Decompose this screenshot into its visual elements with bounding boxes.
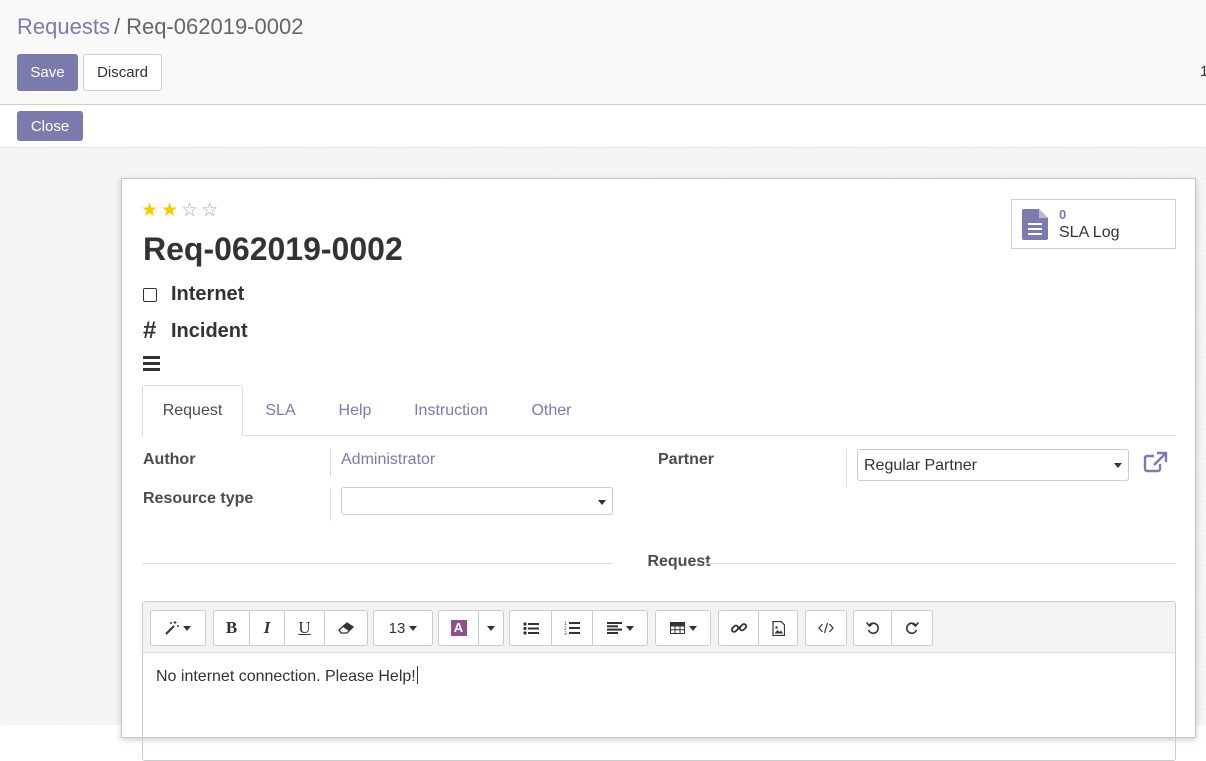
star-icon[interactable]: ★ bbox=[141, 201, 158, 220]
chevron-down-icon bbox=[1114, 463, 1122, 468]
breadcrumb-current: Req-062019-0002 bbox=[126, 14, 304, 39]
sla-log-button[interactable]: 0 SLA Log bbox=[1011, 199, 1176, 249]
control-panel: Requests / Req-062019-0002 Save Discard 1 bbox=[0, 0, 1206, 105]
tab-request[interactable]: Request bbox=[142, 385, 243, 437]
html-editor: B I U 13 A 1 2 3 No internet connection.… bbox=[142, 601, 1176, 761]
request-category-label: Internet bbox=[171, 283, 245, 305]
hash-icon: # bbox=[143, 317, 157, 344]
field-divider bbox=[846, 449, 847, 487]
font-size-dropdown[interactable]: 13 bbox=[374, 611, 432, 645]
form-sheet: ★ ★ ☆ ☆ 0 SLA Log Req-062019-0002 Intern… bbox=[121, 178, 1196, 761]
image-icon[interactable] bbox=[759, 611, 797, 645]
field-divider bbox=[330, 487, 331, 521]
pager-value[interactable]: 1 bbox=[1200, 63, 1206, 80]
eraser-icon[interactable] bbox=[325, 611, 367, 645]
font-color-icon[interactable]: A bbox=[439, 611, 479, 645]
redo-icon[interactable] bbox=[892, 611, 932, 645]
italic-icon[interactable]: I bbox=[250, 611, 285, 645]
undo-icon[interactable] bbox=[854, 611, 892, 645]
font-size-group: 13 bbox=[373, 610, 433, 646]
paragraph-group: 123 bbox=[509, 610, 648, 646]
partner-label: Partner bbox=[658, 451, 715, 468]
color-group: A bbox=[438, 610, 504, 646]
magic-wand-icon[interactable] bbox=[151, 611, 205, 645]
ordered-list-icon[interactable]: 123 bbox=[552, 611, 593, 645]
partner-select-value: Regular Partner bbox=[864, 457, 977, 474]
unordered-list-icon[interactable] bbox=[510, 611, 552, 645]
sla-log-count: 0 bbox=[1059, 207, 1067, 222]
breadcrumb-requests-link[interactable]: Requests bbox=[17, 14, 110, 39]
breadcrumb: Requests / Req-062019-0002 bbox=[17, 14, 303, 40]
breadcrumb-separator: / bbox=[113, 14, 121, 39]
svg-text:3: 3 bbox=[564, 631, 567, 635]
star-outline-icon[interactable]: ☆ bbox=[201, 201, 218, 220]
checkbox-icon bbox=[143, 287, 171, 302]
close-button[interactable]: Close bbox=[17, 111, 83, 141]
resource-type-label: Resource type bbox=[143, 490, 254, 507]
form-statusbar: Close bbox=[0, 105, 1206, 148]
resource-type-select[interactable] bbox=[341, 487, 613, 515]
codeview-group bbox=[805, 610, 847, 646]
request-section-separator: Request bbox=[142, 552, 1176, 574]
editor-content-text: No internet connection. Please Help! bbox=[156, 668, 416, 685]
tab-instruction[interactable]: Instruction bbox=[401, 385, 501, 436]
partner-select[interactable]: Regular Partner bbox=[857, 449, 1129, 481]
paragraph-align-icon[interactable] bbox=[593, 611, 647, 645]
underline-icon[interactable]: U bbox=[285, 611, 325, 645]
code-view-icon[interactable] bbox=[806, 611, 846, 645]
menu-icon[interactable] bbox=[143, 356, 160, 374]
field-divider bbox=[330, 449, 331, 477]
star-icon[interactable]: ★ bbox=[161, 201, 178, 220]
editor-toolbar: B I U 13 A 1 2 3 bbox=[143, 602, 1175, 653]
history-group bbox=[853, 610, 933, 646]
section-title: Request bbox=[647, 553, 711, 570]
star-outline-icon[interactable]: ☆ bbox=[181, 201, 198, 220]
chevron-down-icon bbox=[598, 500, 606, 505]
request-category[interactable]: Internet bbox=[143, 283, 244, 306]
save-button[interactable]: Save bbox=[17, 54, 78, 91]
priority-stars: ★ ★ ☆ ☆ bbox=[141, 201, 218, 220]
tab-other[interactable]: Other bbox=[518, 385, 585, 436]
tab-help[interactable]: Help bbox=[327, 385, 383, 436]
author-label: Author bbox=[143, 451, 196, 468]
external-link-icon[interactable] bbox=[1143, 451, 1169, 478]
request-type-label: Incident bbox=[171, 319, 248, 342]
font-style-group: B I U bbox=[213, 610, 368, 646]
table-icon[interactable] bbox=[656, 611, 710, 645]
discard-button[interactable]: Discard bbox=[83, 54, 162, 91]
request-type[interactable]: # Incident bbox=[143, 317, 248, 345]
table-group bbox=[655, 610, 711, 646]
link-icon[interactable] bbox=[719, 611, 759, 645]
request-title[interactable]: Req-062019-0002 bbox=[143, 231, 403, 268]
sla-log-label: SLA Log bbox=[1059, 224, 1120, 241]
editor-content[interactable]: No internet connection. Please Help! bbox=[156, 666, 418, 686]
author-value-link[interactable]: Administrator bbox=[341, 451, 435, 469]
chevron-down-icon[interactable] bbox=[479, 611, 503, 645]
style-group bbox=[150, 610, 206, 646]
font-size-value: 13 bbox=[388, 619, 406, 637]
document-icon bbox=[1022, 209, 1048, 245]
text-cursor bbox=[416, 666, 418, 684]
bold-icon[interactable]: B bbox=[214, 611, 250, 645]
form-tabs: Request SLA Help Instruction Other bbox=[142, 385, 1176, 437]
insert-group bbox=[718, 610, 798, 646]
tab-sla[interactable]: SLA bbox=[253, 385, 308, 436]
